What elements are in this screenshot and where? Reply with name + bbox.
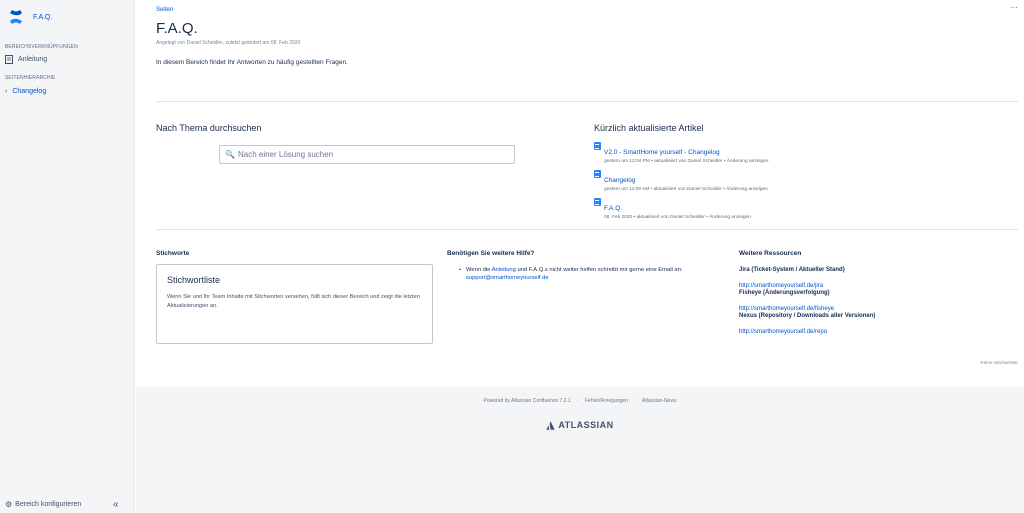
tag-list-box: Stichwortliste Wenn Sie und Ihr Team Inh… <box>156 264 433 344</box>
resource-name: Jira (Ticket-System / Aktueller Stand) <box>739 267 845 273</box>
resource-name: Fisheye (Änderungsverfolgung) <box>739 290 830 296</box>
footer-separator: · <box>634 398 636 404</box>
help-text: Wenn die <box>466 267 492 273</box>
page-byline: Angelegt von Daniel Scheidler, zuletzt g… <box>156 40 301 46</box>
divider <box>156 101 1018 102</box>
recent-article-meta: 08. Feb 2020 • aktualisiert von Daniel S… <box>604 215 751 220</box>
atlassian-news-link[interactable]: Atlassian-News <box>642 398 676 404</box>
search-input[interactable] <box>237 150 498 159</box>
list-item: V2.0 - SmartHome yourself - Changelog ge… <box>594 141 894 165</box>
help-heading: Benötigen Sie weitere Hilfe? <box>447 250 535 257</box>
more-actions-button[interactable]: ··· <box>1010 3 1018 12</box>
no-tags-label: Keine Stichwörter <box>980 361 1018 366</box>
space-sidebar: F.A.Q. BEREICHSVERKNÜPFUNGEN Anleitung S… <box>0 0 135 513</box>
sidebar-item-changelog[interactable]: › Changelog <box>5 88 46 95</box>
page-icon <box>594 170 601 178</box>
sidebar-item-anleitung[interactable]: Anleitung <box>5 55 47 64</box>
recent-article-link[interactable]: Changelog <box>604 177 635 184</box>
configure-label: Bereich konfigurieren <box>15 501 82 508</box>
search-icon: 🔍 <box>225 150 235 159</box>
feedback-link[interactable]: Fehler/Anregungen <box>585 398 628 404</box>
collapse-sidebar-button[interactable]: « <box>113 499 119 510</box>
configure-space-button[interactable]: ⚙ Bereich konfigurieren <box>5 500 81 509</box>
page-footer: Powered by Atlassian Confluence 7.2.1 · … <box>136 387 1024 513</box>
page-title: F.A.Q. <box>156 20 198 37</box>
footer-links: Powered by Atlassian Confluence 7.2.1 · … <box>136 398 1024 404</box>
confluence-logo-icon <box>10 10 22 24</box>
section-label-shortcuts: BEREICHSVERKNÜPFUNGEN <box>5 44 78 50</box>
footer-separator: · <box>576 398 579 404</box>
space-header[interactable]: F.A.Q. <box>8 9 52 25</box>
topic-search-heading: Nach Thema durchsuchen <box>156 123 262 133</box>
divider <box>156 229 1018 230</box>
list-item: F.A.Q. 08. Feb 2020 • aktualisiert von D… <box>594 197 894 221</box>
powered-by-text: Powered by Atlassian Confluence 7.2.1 <box>483 398 571 404</box>
resource-item: Nexus (Repository / Downloads aller Vers… <box>739 312 1009 338</box>
tag-list-title: Stichwortliste <box>167 275 221 285</box>
sidebar-item-label: Changelog <box>12 88 47 95</box>
resource-name: Nexus (Repository / Downloads aller Vers… <box>739 313 876 319</box>
page-icon <box>5 55 13 64</box>
atlassian-logo[interactable]: ATLASSIAN <box>136 420 1024 430</box>
recent-heading: Kürzlich aktualisierte Artikel <box>594 123 704 133</box>
chevron-right-icon[interactable]: › <box>5 88 7 95</box>
sidebar-item-label: Anleitung <box>18 56 48 63</box>
atlassian-wordmark: ATLASSIAN <box>558 420 614 430</box>
support-email-link[interactable]: support@smarthomeyourself.de <box>466 275 549 281</box>
page-icon <box>594 198 601 206</box>
tag-list-text: Wenn Sie und Ihr Team Inhalte mit Stichw… <box>167 294 420 309</box>
help-list-item: Wenn die Anleitung und F.A.Q.s nicht wei… <box>456 266 726 282</box>
section-label-tree: SEITENHIERARCHIE <box>5 75 56 81</box>
recent-article-link[interactable]: V2.0 - SmartHome yourself - Changelog <box>604 149 720 156</box>
main-content: Seiten ··· F.A.Q. Angelegt von Daniel Sc… <box>136 0 1024 387</box>
search-field[interactable]: 🔍 <box>219 145 515 164</box>
gear-icon: ⚙ <box>5 500 13 509</box>
help-text: und F.A.Q.s nicht weiter helfen schreibt… <box>515 267 683 273</box>
recent-article-link[interactable]: F.A.Q. <box>604 205 622 212</box>
list-item: Changelog gestern um 11:08 AM • aktualis… <box>594 169 894 193</box>
breadcrumb[interactable]: Seiten <box>156 7 173 13</box>
resources-heading: Weitere Ressourcen <box>739 250 802 257</box>
page-icon <box>594 142 601 150</box>
recent-article-meta: gestern um 11:08 AM • aktualisiert von D… <box>604 187 768 192</box>
page-intro: In diesem Bereich findet Ihr Antworten z… <box>156 59 348 66</box>
atlassian-logo-icon <box>546 420 556 430</box>
tags-heading: Stichworte <box>156 250 190 257</box>
recent-article-meta: gestern um 12:04 PM • aktualisiert von D… <box>604 159 769 164</box>
anleitung-link[interactable]: Anleitung <box>492 267 516 273</box>
resource-link[interactable]: http://smarthomeyourself.de/repo <box>739 329 827 335</box>
recent-articles-list: V2.0 - SmartHome yourself - Changelog ge… <box>594 141 894 225</box>
space-name[interactable]: F.A.Q. <box>33 14 52 21</box>
